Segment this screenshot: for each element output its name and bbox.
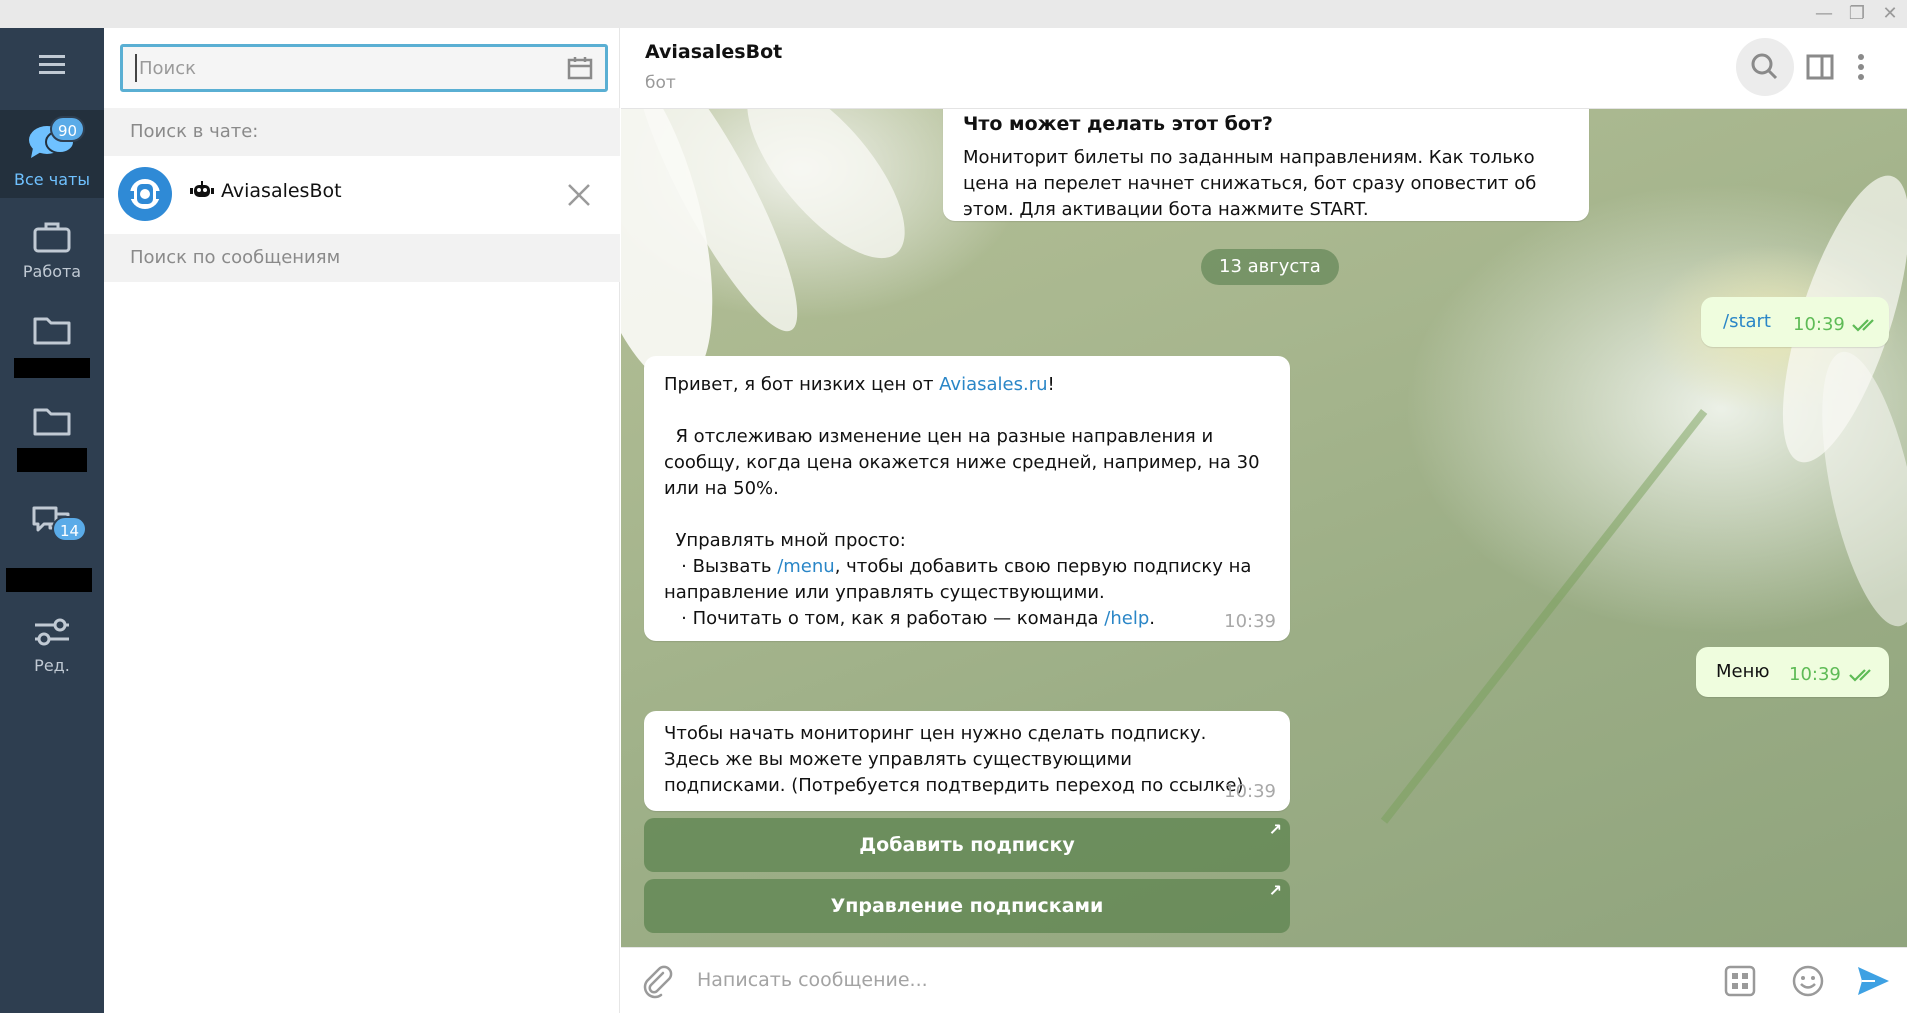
message-text: Чтобы начать мониторинг цен нужно сделат… [664, 723, 1244, 796]
more-menu-button[interactable] [1841, 38, 1881, 96]
message-text: Меню [1716, 661, 1770, 682]
window-title-bar: — ❐ ✕ [0, 0, 1907, 28]
message-paragraph: Управлять мной просто: [664, 530, 906, 551]
external-link-icon: ↗ [1268, 820, 1282, 839]
double-check-icon [1849, 669, 1871, 682]
unread-badge: 14 [52, 516, 88, 542]
menu-command-link[interactable]: /menu [777, 556, 835, 577]
avatar [118, 167, 172, 221]
paperclip-icon[interactable] [639, 963, 675, 999]
folder-icon [33, 317, 71, 345]
minimize-button[interactable]: — [1812, 2, 1836, 26]
folder-all-chats[interactable]: Все чаты 90 [0, 110, 104, 198]
redacted-label [6, 568, 92, 592]
text-span: ! [1047, 374, 1055, 395]
aviasales-link[interactable]: Aviasales.ru [939, 374, 1047, 395]
message-input[interactable] [697, 962, 1597, 998]
redacted-label [17, 448, 87, 472]
hamburger-menu-icon [39, 55, 65, 74]
message-paragraph: Привет, я бот низких цен от Aviasales.ru… [664, 372, 1272, 398]
incoming-message[interactable]: Привет, я бот низких цен от Aviasales.ru… [644, 356, 1290, 641]
calendar-icon[interactable] [567, 56, 593, 80]
search-in-chat-header: Поиск в чате: [104, 108, 620, 156]
chat-subtitle: бот [645, 73, 676, 93]
message-text[interactable]: /start [1723, 311, 1771, 332]
briefcase-icon [33, 222, 71, 253]
external-link-icon: ↗ [1268, 881, 1282, 900]
add-subscription-button[interactable]: Добавить подписку ↗ [644, 818, 1290, 872]
send-icon[interactable] [1855, 963, 1891, 999]
unread-badge: 90 [50, 116, 86, 142]
search-input[interactable] [135, 54, 535, 82]
message-time: 10:39 [1793, 314, 1845, 335]
search-panel: Поиск в чате: AviasalesBot Поиск по сооб… [104, 28, 620, 1013]
bot-keyboard-icon[interactable] [1723, 964, 1757, 998]
text-span: · Почитать о том, как я работаю — команд… [664, 608, 1105, 629]
more-vertical-icon [1858, 54, 1864, 80]
bot-info-text: Мониторит билеты по заданным направления… [963, 147, 1537, 220]
wallpaper-stem [1380, 409, 1708, 824]
close-window-button[interactable]: ✕ [1878, 2, 1902, 26]
outgoing-message[interactable]: /start 10:39 [1701, 297, 1889, 347]
folder-work[interactable]: Работа [0, 216, 104, 296]
bot-info-card: Что может делать этот бот? Мониторит бил… [943, 109, 1589, 221]
folder-label: Все чаты [14, 170, 90, 189]
outgoing-message[interactable]: Меню 10:39 [1696, 647, 1889, 697]
chat-title[interactable]: AviasalesBot [645, 41, 782, 63]
chat-name: AviasalesBot [221, 180, 342, 202]
folder-redacted-1[interactable] [0, 310, 104, 390]
button-label: Добавить подписку [859, 834, 1075, 856]
message-time: 10:39 [1789, 664, 1841, 685]
help-command-link[interactable]: /help [1104, 608, 1149, 629]
folder-redacted-3[interactable]: 14 [0, 494, 104, 594]
incoming-message[interactable]: Чтобы начать мониторинг цен нужно сделат… [644, 711, 1290, 811]
message-paragraph: · Вызвать /menu, чтобы добавить свою пер… [664, 554, 1272, 606]
manage-subscriptions-button[interactable]: Управление подписками ↗ [644, 879, 1290, 933]
chat-header: AviasalesBot бот [621, 28, 1907, 109]
folder-icon [33, 408, 71, 436]
text-span: . [1149, 608, 1155, 629]
search-icon [1751, 53, 1778, 80]
button-label: Управление подписками [830, 895, 1104, 917]
restore-button[interactable]: ❐ [1845, 2, 1869, 26]
date-separator: 13 августа [1201, 249, 1339, 285]
close-icon[interactable] [566, 182, 592, 208]
double-check-icon [1852, 319, 1874, 332]
search-chat-row[interactable]: AviasalesBot [104, 156, 620, 234]
aviasales-logo-icon [130, 179, 160, 209]
text-span: Привет, я бот низких цен от [664, 374, 940, 395]
folder-edit[interactable]: Ред. [0, 610, 104, 690]
folder-label: Работа [22, 262, 82, 281]
message-paragraph: Я отслеживаю изменение цен на разные нап… [664, 426, 1266, 499]
chat-messages-area[interactable]: Что может делать этот бот? Мониторит бил… [621, 109, 1907, 947]
search-button[interactable] [1736, 38, 1794, 96]
filter-sliders-icon [35, 618, 69, 646]
folder-label: Ред. [34, 656, 70, 675]
folder-redacted-2[interactable] [0, 401, 104, 481]
emoji-icon[interactable] [1791, 964, 1825, 998]
search-messages-header[interactable]: Поиск по сообщениям [104, 234, 620, 282]
message-composer [621, 947, 1907, 1013]
message-time: 10:39 [1224, 781, 1276, 802]
bot-icon [190, 181, 214, 197]
message-paragraph: · Почитать о том, как я работаю — команд… [664, 606, 1272, 632]
text-span: · Вызвать [664, 556, 778, 577]
search-box [120, 44, 608, 92]
main-menu-button[interactable] [0, 38, 104, 90]
bot-info-title: Что может делать этот бот? [963, 113, 1273, 135]
message-time: 10:39 [1224, 611, 1276, 632]
folder-sidebar: Все чаты 90 Работа 14 Ред. [0, 28, 104, 1013]
redacted-label [14, 358, 90, 378]
